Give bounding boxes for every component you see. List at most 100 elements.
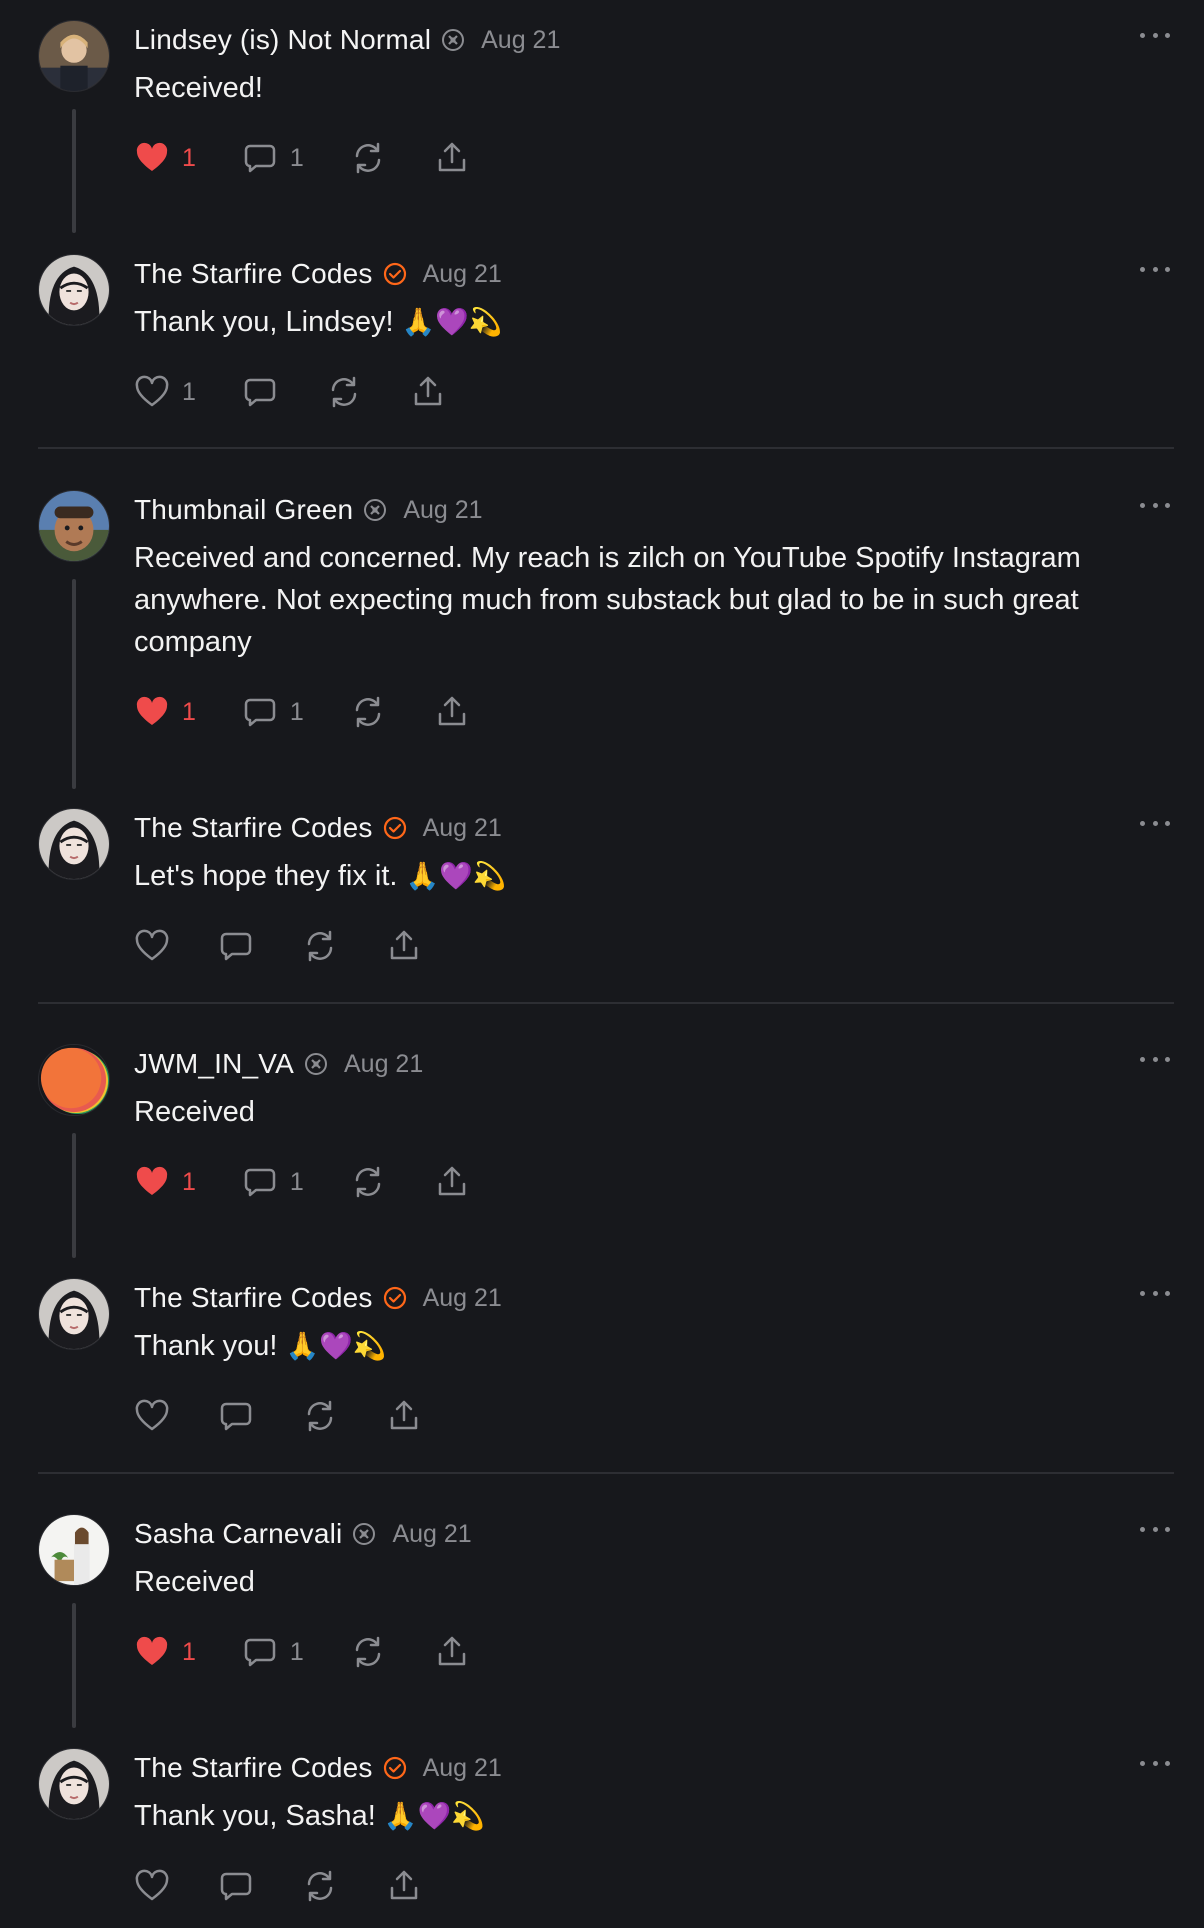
comment-date[interactable]: Aug 21	[481, 26, 560, 55]
reply-button[interactable]	[242, 374, 278, 410]
subscriber-icon	[441, 28, 465, 52]
share-button[interactable]	[386, 1868, 422, 1904]
author-name[interactable]: Lindsey (is) Not Normal	[134, 24, 431, 56]
author-name[interactable]: The Starfire Codes	[134, 258, 373, 290]
comment-actions: 1 1	[134, 692, 470, 732]
comment-text: Thank you! 🙏💜💫	[134, 1325, 1194, 1368]
restack-icon	[331, 376, 357, 408]
comment-actions: 1	[134, 372, 446, 412]
comment-date[interactable]: Aug 21	[423, 814, 502, 843]
restack-button[interactable]	[302, 928, 338, 964]
share-button[interactable]	[410, 374, 446, 410]
like-button[interactable]	[134, 1398, 170, 1434]
more-options-icon[interactable]	[1140, 1283, 1170, 1303]
restack-button[interactable]	[302, 1868, 338, 1904]
heart-icon	[135, 1399, 169, 1431]
comment-header: The Starfire Codes Aug 21	[134, 1749, 502, 1787]
more-options-icon[interactable]	[1140, 259, 1170, 279]
author-name[interactable]: Sasha Carnevali	[134, 1518, 342, 1550]
comment-date[interactable]: Aug 21	[423, 260, 502, 289]
author-name[interactable]: Thumbnail Green	[134, 494, 353, 526]
like-button[interactable]: 1	[134, 1634, 196, 1670]
comment-date[interactable]: Aug 21	[403, 496, 482, 525]
heart-filled-icon	[136, 142, 168, 171]
restack-button[interactable]	[302, 1398, 338, 1434]
comment-header: Sasha Carnevali Aug 21	[134, 1515, 472, 1553]
like-button[interactable]: 1	[134, 694, 196, 730]
like-count: 1	[182, 697, 196, 726]
reply-button[interactable]: 1	[242, 694, 304, 730]
avatar[interactable]	[38, 1748, 110, 1820]
share-button[interactable]	[434, 140, 470, 176]
like-button[interactable]: 1	[134, 140, 196, 176]
reply-button[interactable]: 1	[242, 140, 304, 176]
share-button[interactable]	[434, 1634, 470, 1670]
share-button[interactable]	[386, 1398, 422, 1434]
avatar[interactable]	[38, 808, 110, 880]
thread-line	[72, 1603, 76, 1728]
comment-actions	[134, 1866, 422, 1906]
heart-icon	[135, 375, 169, 407]
comment: The Starfire Codes Aug 21 Thank you, Sas…	[38, 1747, 1174, 1917]
avatar[interactable]	[38, 254, 110, 326]
avatar[interactable]	[38, 1514, 110, 1586]
comment-date[interactable]: Aug 21	[392, 1520, 471, 1549]
comment-text: Thank you, Lindsey! 🙏💜💫	[134, 301, 1194, 344]
share-icon	[390, 1400, 418, 1430]
comment-body: Let's hope they fix it.	[134, 860, 406, 892]
author-name[interactable]: JWM_IN_VA	[134, 1048, 294, 1080]
avatar[interactable]	[38, 490, 110, 562]
comment-bubble-icon	[220, 1402, 252, 1431]
avatar[interactable]	[38, 20, 110, 92]
thread-divider	[38, 1002, 1174, 1004]
comment-actions	[134, 926, 422, 966]
comment-text: Received	[134, 1091, 1194, 1134]
avatar[interactable]	[38, 1278, 110, 1350]
share-icon	[390, 1870, 418, 1900]
share-button[interactable]	[434, 694, 470, 730]
verified-check-icon	[383, 816, 407, 840]
restack-button[interactable]	[350, 1164, 386, 1200]
restack-button[interactable]	[350, 1634, 386, 1670]
heart-icon	[135, 929, 169, 961]
reply-button[interactable]	[218, 928, 254, 964]
like-button[interactable]	[134, 928, 170, 964]
comment-emoji: 🙏💜💫	[285, 1331, 387, 1362]
more-options-icon[interactable]	[1140, 495, 1170, 515]
author-name[interactable]: The Starfire Codes	[134, 812, 373, 844]
more-options-icon[interactable]	[1140, 1753, 1170, 1773]
like-button[interactable]: 1	[134, 1164, 196, 1200]
share-button[interactable]	[386, 928, 422, 964]
comment-emoji: 🙏💜💫	[383, 1801, 485, 1832]
more-options-icon[interactable]	[1140, 1519, 1170, 1539]
restack-button[interactable]	[350, 694, 386, 730]
share-icon	[438, 142, 466, 172]
reply-count: 1	[289, 1637, 304, 1666]
comment-date[interactable]: Aug 21	[344, 1050, 423, 1079]
like-button[interactable]: 1	[134, 374, 196, 410]
thread-line	[72, 1133, 76, 1258]
comment-date[interactable]: Aug 21	[423, 1284, 502, 1313]
reply-button[interactable]: 1	[242, 1634, 304, 1670]
reply-button[interactable]	[218, 1398, 254, 1434]
more-options-icon[interactable]	[1140, 25, 1170, 45]
share-button[interactable]	[434, 1164, 470, 1200]
comment-body: Received and concerned. My reach is zilc…	[134, 542, 1089, 658]
comment-date[interactable]: Aug 21	[423, 1754, 502, 1783]
author-name[interactable]: The Starfire Codes	[134, 1752, 373, 1784]
like-button[interactable]	[134, 1868, 170, 1904]
comment-header: The Starfire Codes Aug 21	[134, 809, 502, 847]
reply-button[interactable]: 1	[242, 1164, 304, 1200]
restack-button[interactable]	[350, 140, 386, 176]
author-name[interactable]: The Starfire Codes	[134, 1282, 373, 1314]
share-icon	[438, 1166, 466, 1196]
avatar[interactable]	[38, 1044, 110, 1116]
comment-bubble-icon	[244, 378, 276, 407]
share-icon	[438, 1636, 466, 1666]
restack-button[interactable]	[326, 374, 362, 410]
subscriber-icon	[352, 1522, 376, 1546]
more-options-icon[interactable]	[1140, 813, 1170, 833]
comment: Lindsey (is) Not Normal Aug 21 Received!…	[38, 19, 1174, 234]
more-options-icon[interactable]	[1140, 1049, 1170, 1069]
reply-button[interactable]	[218, 1868, 254, 1904]
